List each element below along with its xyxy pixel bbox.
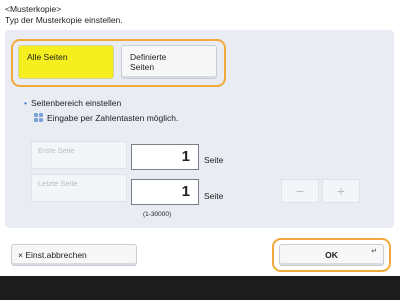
page-title: <Musterkopie>: [5, 4, 62, 14]
page-subtitle: Typ der Musterkopie einstellen.: [5, 15, 123, 25]
all-pages-button[interactable]: Alle Seiten: [18, 45, 114, 79]
cancel-label: Einst.abbrechen: [25, 250, 87, 260]
range-limits: (1-30000): [143, 211, 172, 218]
defined-pages-button[interactable]: Definierte Seiten: [121, 45, 217, 79]
minus-icon: −: [295, 183, 305, 199]
first-page-label: Erste Seite: [31, 141, 127, 169]
bullet-icon: •: [24, 98, 27, 108]
enter-icon: ↵: [371, 248, 377, 255]
defined-pages-label-2: Seiten: [130, 62, 155, 72]
last-page-field[interactable]: 1: [131, 179, 199, 205]
plus-icon: +: [336, 183, 346, 199]
decrement-button[interactable]: −: [281, 179, 319, 203]
footer-bar: [0, 276, 400, 300]
last-page-unit: Seite: [204, 191, 224, 201]
last-page-label: Letzte Seite: [31, 174, 127, 202]
all-pages-label: Alle Seiten: [27, 52, 68, 62]
ok-button[interactable]: OK ↵: [279, 244, 384, 266]
close-icon: ×: [18, 250, 23, 260]
header: <Musterkopie> Typ der Musterkopie einste…: [5, 4, 123, 26]
hint-text: Eingabe per Zahlentasten möglich.: [47, 113, 179, 123]
increment-button[interactable]: +: [322, 179, 360, 203]
numeric-keys-hint: Eingabe per Zahlentasten möglich.: [34, 113, 178, 123]
numeric-keypad-icon: [34, 113, 44, 123]
first-page-field[interactable]: 1: [131, 144, 199, 170]
section-title: • Seitenbereich einstellen: [24, 98, 122, 108]
first-page-unit: Seite: [204, 155, 224, 165]
cancel-button[interactable]: × Einst.abbrechen: [11, 244, 137, 266]
defined-pages-label-1: Definierte: [130, 52, 167, 62]
ok-label: OK: [325, 250, 338, 260]
